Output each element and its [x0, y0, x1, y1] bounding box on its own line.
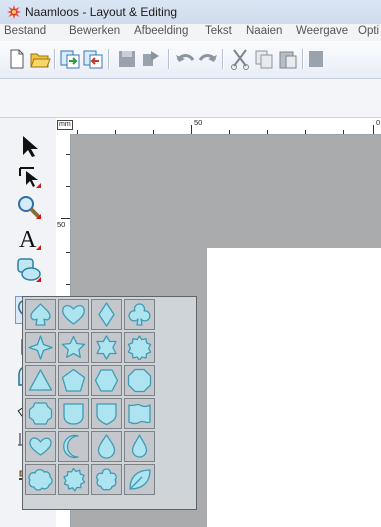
- shape-shield-button[interactable]: [91, 398, 122, 429]
- toolbar-separator: [54, 49, 56, 69]
- design-page[interactable]: [207, 248, 381, 527]
- burst-icon: [127, 335, 152, 360]
- select-tool[interactable]: [15, 132, 43, 160]
- shield-icon: [96, 403, 117, 426]
- shape-burst-button[interactable]: [124, 332, 155, 363]
- shape-crescent-button[interactable]: [58, 431, 89, 462]
- ruler-label-0: 0: [376, 118, 381, 127]
- shape-seal-button[interactable]: [58, 464, 89, 495]
- save-icon[interactable]: [116, 48, 138, 70]
- main-toolbar: [0, 41, 381, 79]
- star5-icon: [61, 335, 86, 358]
- menu-afbeelding[interactable]: Afbeelding: [134, 25, 188, 37]
- svg-text:A: A: [19, 227, 37, 251]
- toolbar-separator: [108, 49, 110, 69]
- text-tool[interactable]: A: [15, 224, 43, 253]
- shape-cross-rounded-button[interactable]: [25, 398, 56, 429]
- shape-teardrop-button[interactable]: [124, 431, 155, 462]
- undo-icon[interactable]: [174, 48, 196, 70]
- triangle-icon: [28, 369, 53, 391]
- diamond-icon: [98, 302, 115, 327]
- property-bar: [0, 79, 381, 118]
- heart-wide-icon: [29, 437, 52, 456]
- menu-naaien[interactable]: Naaien: [246, 25, 282, 37]
- shape-drop-button[interactable]: [91, 431, 122, 462]
- cross-rounded-icon: [28, 402, 53, 425]
- shape-star6-button[interactable]: [91, 332, 122, 363]
- shape-heart-wide-button[interactable]: [25, 431, 56, 462]
- shape-flower-button[interactable]: [91, 464, 122, 495]
- more-icon[interactable]: [307, 48, 329, 70]
- new-icon[interactable]: [6, 48, 28, 70]
- flower-icon: [96, 468, 117, 491]
- hexagon-icon: [94, 369, 119, 392]
- seal-icon: [63, 467, 86, 492]
- submenu-indicator: [36, 277, 41, 282]
- shape-leaf-button[interactable]: [124, 464, 155, 495]
- shape-tool[interactable]: [15, 256, 43, 284]
- teardrop-icon: [131, 434, 148, 458]
- cut-icon[interactable]: [229, 48, 251, 70]
- ruler-unit-label: mm: [57, 120, 73, 130]
- zoom-tool[interactable]: [15, 193, 43, 221]
- menu-bestand[interactable]: Bestand: [4, 25, 46, 37]
- shape-triangle-button[interactable]: [25, 365, 56, 396]
- window-title: Naamloos - Layout & Editing: [25, 5, 178, 19]
- horizontal-ruler: mm 50 0: [56, 118, 381, 135]
- import-icon[interactable]: [59, 48, 81, 70]
- ruler-label-50-vertical: 50: [57, 220, 66, 229]
- crescent-icon: [63, 434, 79, 459]
- leaf-icon: [129, 469, 151, 490]
- title-bar: Naamloos - Layout & Editing: [0, 0, 381, 24]
- drop-icon: [97, 434, 116, 459]
- shape-heart-button[interactable]: [58, 299, 89, 330]
- ruler-label-50: 50: [194, 118, 203, 127]
- menu-bewerken[interactable]: Bewerken: [69, 25, 120, 37]
- menu-tekst[interactable]: Tekst: [205, 25, 232, 37]
- club-icon: [128, 303, 151, 326]
- redo-icon[interactable]: [197, 48, 219, 70]
- open-icon[interactable]: [29, 48, 51, 70]
- shape-diamond-button[interactable]: [91, 299, 122, 330]
- star4-icon: [28, 335, 53, 360]
- shape-pentagon-button[interactable]: [58, 365, 89, 396]
- shape-palette: [22, 296, 197, 510]
- app-logo-icon: [7, 5, 21, 19]
- shape-wave-rect-button[interactable]: [124, 398, 155, 429]
- menu-opties[interactable]: Opti: [358, 25, 379, 37]
- heart-icon: [62, 304, 85, 325]
- paste-icon[interactable]: [277, 48, 299, 70]
- wave-rect-icon: [128, 403, 151, 425]
- send-icon[interactable]: [140, 48, 162, 70]
- pentagon-icon: [61, 368, 86, 392]
- shape-shield-u-button[interactable]: [58, 398, 89, 429]
- export-icon[interactable]: [82, 48, 104, 70]
- cloud-icon: [28, 468, 53, 491]
- point-edit-tool[interactable]: [15, 162, 43, 190]
- submenu-indicator: [36, 183, 41, 188]
- octagon-icon: [127, 368, 152, 393]
- copy-icon[interactable]: [253, 48, 275, 70]
- menu-weergave[interactable]: Weergave: [296, 25, 348, 37]
- select-arrow-icon: [23, 136, 38, 157]
- shape-cloud-button[interactable]: [25, 464, 56, 495]
- shape-star5-button[interactable]: [58, 332, 89, 363]
- submenu-indicator: [36, 245, 41, 250]
- shape-octagon-button[interactable]: [124, 365, 155, 396]
- toolbar-separator: [302, 49, 304, 69]
- toolbar-separator: [168, 49, 170, 69]
- shape-star4-button[interactable]: [25, 332, 56, 363]
- star6-icon: [96, 335, 117, 360]
- submenu-indicator: [36, 214, 41, 219]
- shield-u-icon: [63, 403, 84, 425]
- shape-hexagon-button[interactable]: [91, 365, 122, 396]
- toolbar-separator: [222, 49, 224, 69]
- shape-spade-button[interactable]: [25, 299, 56, 330]
- menu-bar: Bestand Bewerken Afbeelding Tekst Naaien…: [0, 24, 381, 41]
- shape-club-button[interactable]: [124, 299, 155, 330]
- spade-icon: [30, 303, 51, 326]
